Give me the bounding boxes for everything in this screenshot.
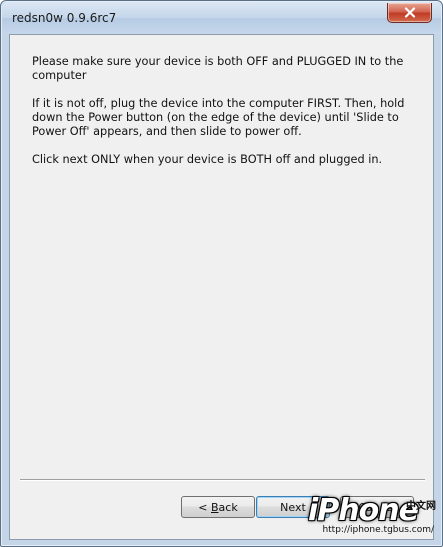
- cancel-button[interactable]: Cancel: [340, 496, 414, 518]
- installer-window: redsn0w 0.9.6rc7 Please make sure your d…: [0, 0, 443, 547]
- instruction-paragraph-1: Please make sure your device is both OFF…: [32, 55, 404, 82]
- close-button[interactable]: [387, 3, 432, 23]
- button-separator: [20, 479, 425, 481]
- dialog-client-area: Please make sure your device is both OFF…: [9, 34, 434, 540]
- back-button[interactable]: < Back: [181, 496, 255, 518]
- cancel-button-label: Cancel: [358, 500, 396, 514]
- next-button-label: Next: [280, 500, 306, 514]
- instruction-paragraph-2: If it is not off, plug the device into t…: [32, 97, 405, 138]
- instructions-text: Please make sure your device is both OFF…: [32, 55, 412, 181]
- window-title: redsn0w 0.9.6rc7: [12, 11, 117, 25]
- next-button[interactable]: Next: [256, 496, 330, 518]
- back-button-mnemonic: B: [211, 500, 219, 514]
- back-button-prefix: <: [198, 500, 211, 514]
- title-bar[interactable]: redsn0w 0.9.6rc7: [2, 2, 441, 34]
- instruction-paragraph-3: Click next ONLY when your device is BOTH…: [32, 153, 383, 166]
- back-button-rest: ack: [218, 500, 238, 514]
- close-x-icon: [404, 7, 416, 18]
